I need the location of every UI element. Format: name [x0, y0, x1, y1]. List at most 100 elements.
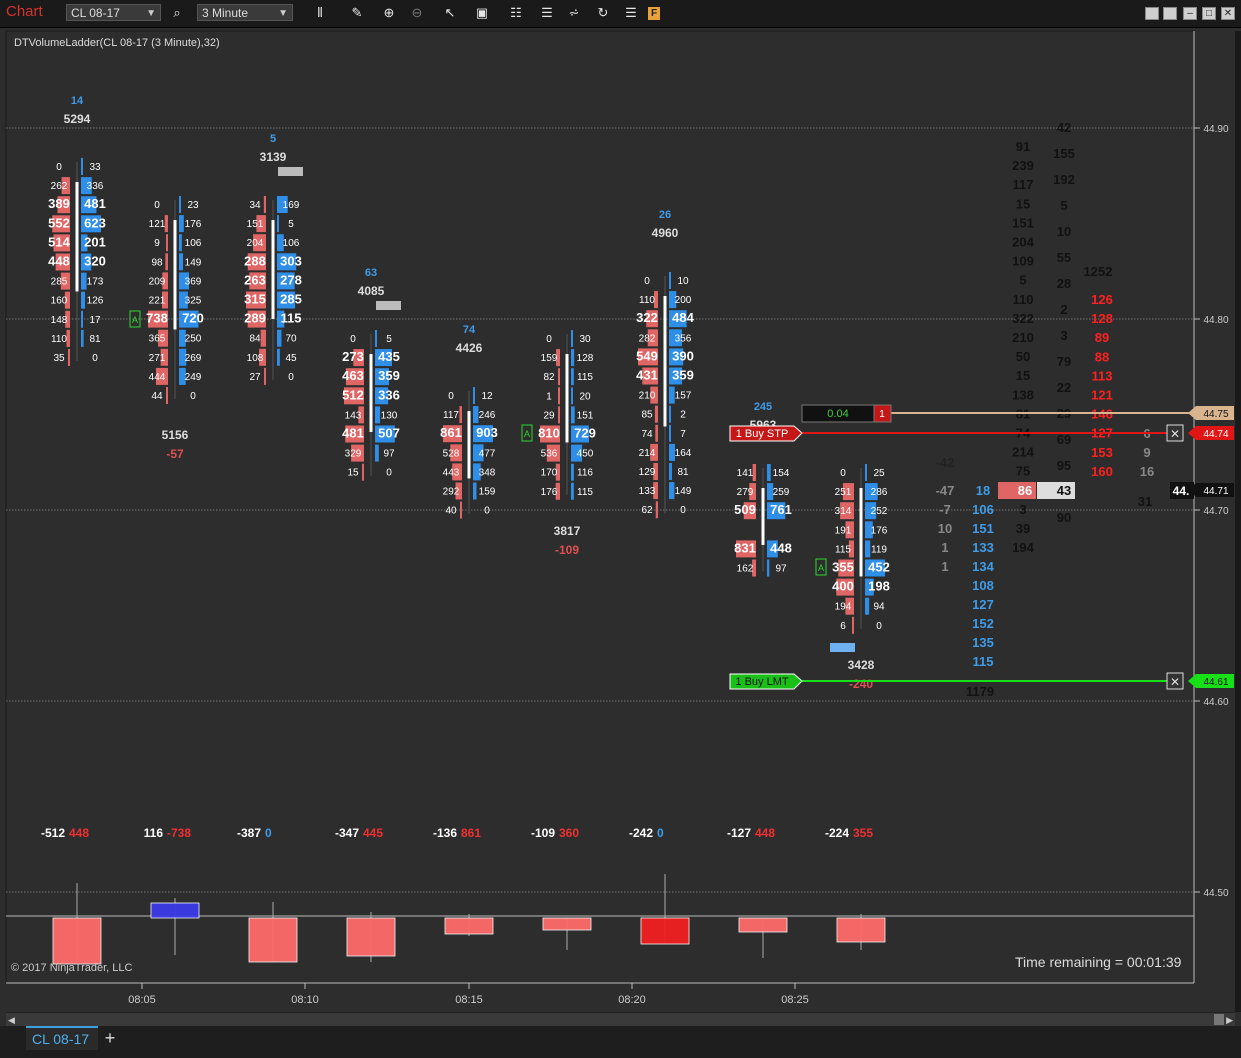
dom-bid-value: 117: [1013, 177, 1034, 192]
ask-volume-bar: [277, 329, 282, 347]
ask-value: 130: [381, 410, 398, 421]
ask-value: 452: [868, 560, 890, 575]
ask-value: 115: [577, 487, 593, 498]
bar-delta-head: 5: [270, 133, 276, 145]
ask-value: 159: [479, 487, 496, 498]
bid-volume-bar: [655, 501, 658, 519]
dom-red-value: 121: [1091, 388, 1113, 403]
candle-body: [836, 917, 886, 943]
ask-value: 359: [378, 368, 400, 383]
time-tick-label: 08:20: [618, 994, 646, 1006]
bar-volume-head: 4426: [456, 341, 483, 355]
footer-delta: -387: [237, 826, 261, 840]
ask-value: 198: [868, 579, 890, 594]
footer-delta: -224: [825, 826, 849, 840]
chart-area[interactable]: 44.9044.8044.7044.6044.5008:05 08:10 08:15…: [0, 0, 1241, 1058]
bid-value: 0: [350, 334, 356, 345]
bid-volume-bar: [655, 424, 658, 442]
ask-volume-bar: [179, 196, 181, 213]
bid-value: 133: [639, 486, 656, 497]
ask-value: 176: [871, 525, 888, 536]
horizontal-scrollbar[interactable]: ◀ ▶: [6, 1012, 1235, 1027]
bid-value: 34: [249, 200, 261, 211]
dom-blue-value: 115: [973, 654, 994, 669]
bid-value: 463: [342, 368, 364, 383]
bid-value: 292: [443, 487, 460, 498]
bid-value: 861: [440, 425, 462, 440]
bid-value: 552: [48, 215, 70, 230]
bid-value: 62: [641, 505, 653, 516]
ask-value: 115: [281, 311, 302, 326]
dom-bid-value: 39: [1016, 521, 1030, 536]
bid-value: 400: [832, 579, 854, 594]
footer-value: 0: [657, 826, 664, 840]
ask-value: 0: [876, 621, 882, 632]
bid-volume-bar: [264, 367, 266, 385]
scroll-left-icon[interactable]: ◀: [8, 1015, 15, 1026]
dom-delta: -47: [936, 483, 955, 498]
ask-value: 169: [283, 200, 300, 211]
bar-body: [271, 220, 275, 319]
ask-value: 7: [680, 429, 686, 440]
dom-ask-value: 5: [1060, 198, 1067, 213]
ask-value: 390: [672, 348, 694, 363]
bid-value: 549: [636, 348, 658, 363]
dom-bid-value: 239: [1012, 158, 1034, 173]
dom-blue-value: 18: [976, 483, 990, 498]
scroll-thumb[interactable]: [1214, 1014, 1224, 1025]
bid-value: 108: [247, 353, 264, 364]
price-marker-44-61-label: 44.61: [1203, 677, 1228, 688]
ask-value: 12: [481, 391, 493, 402]
dom-bid-value: 194: [1012, 540, 1034, 555]
tab-cl-08-17[interactable]: CL 08-17: [26, 1026, 98, 1050]
dom-blue-value: 134: [972, 559, 994, 574]
dom-ask-value: 22: [1057, 380, 1071, 395]
bid-value: 15: [347, 468, 359, 479]
ask-value: 729: [574, 426, 596, 441]
dom-blue-value: 106: [972, 502, 994, 517]
candle-body: [444, 917, 494, 935]
ask-volume-bar: [865, 464, 867, 481]
ask-value: 97: [775, 564, 787, 575]
bid-volume-bar: [852, 616, 854, 634]
dom-delta: 1: [941, 559, 948, 574]
vertical-scrollbar[interactable]: [1235, 31, 1241, 1012]
bid-volume-bar: [459, 406, 462, 424]
ask-value: 286: [871, 487, 888, 498]
bid-volume-bar: [558, 387, 560, 405]
dom-ask-value: 55: [1057, 250, 1071, 265]
dom-blue-value: 151: [972, 521, 994, 536]
dom-ask-value: 79: [1057, 354, 1071, 369]
close-icon: ✕: [1170, 675, 1180, 689]
ask-value: 5: [288, 219, 294, 230]
dom-bid-value: 5: [1019, 273, 1026, 288]
ask-value: 128: [577, 353, 594, 364]
ask-value: 0: [484, 506, 490, 517]
ask-volume-bar: [669, 463, 672, 480]
bid-value: 285: [51, 277, 68, 288]
scroll-right-icon[interactable]: ▶: [1226, 1015, 1233, 1026]
bar-body: [859, 488, 863, 577]
bar-body: [565, 354, 569, 443]
bid-value: 0: [154, 200, 160, 211]
ask-value: 10: [677, 276, 689, 287]
ask-value: 259: [773, 487, 790, 498]
price-tick-label: 44.50: [1203, 888, 1228, 899]
bid-value: 35: [53, 353, 65, 364]
dom-red-value: 1252: [1084, 264, 1113, 279]
buy-limit-label: 1 Buy LMT: [735, 676, 788, 688]
price-marker-44-74-label: 44.74: [1203, 429, 1228, 440]
ask-volume-bar: [179, 234, 182, 252]
ask-value: 30: [579, 334, 591, 345]
bar-delta-head: 74: [463, 324, 476, 336]
bid-value: 121: [149, 219, 166, 230]
add-tab-button[interactable]: +: [100, 1028, 120, 1048]
ask-volume-bar: [81, 329, 84, 347]
ask-value: 157: [675, 391, 692, 402]
bid-value: 481: [342, 426, 364, 441]
dom-ask-value: 10: [1057, 224, 1071, 239]
candle-body: [346, 917, 396, 957]
dom-blue-value: 135: [972, 635, 994, 650]
ask-value: 356: [675, 333, 692, 344]
candle-body: [640, 917, 690, 945]
